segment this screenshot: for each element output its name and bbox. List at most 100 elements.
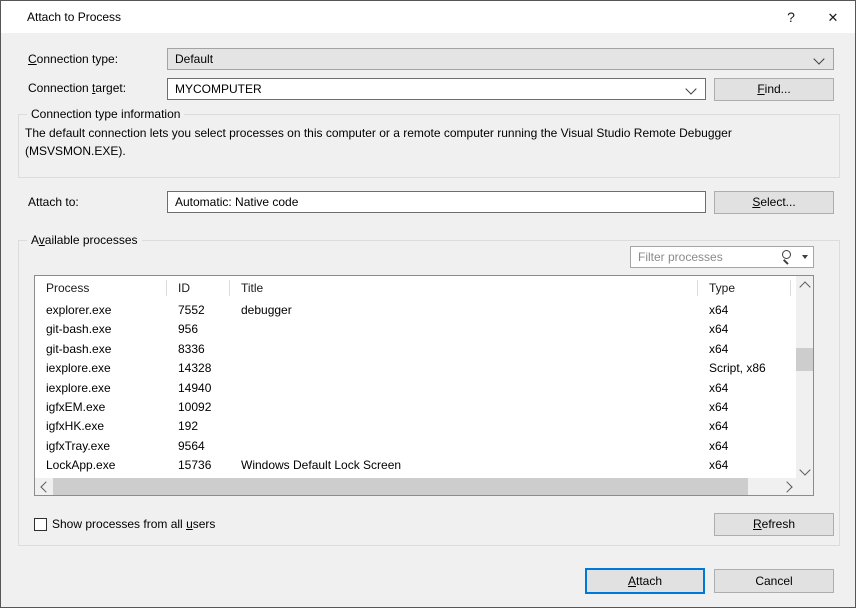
column-header-process[interactable]: Process xyxy=(35,276,167,300)
cell-process: igfxTray.exe xyxy=(35,436,167,455)
column-header-title[interactable]: Title xyxy=(230,276,698,300)
chevron-down-icon xyxy=(813,53,824,64)
cell-type: x64 xyxy=(698,300,791,319)
chevron-left-icon xyxy=(40,481,51,492)
cell-title: debugger xyxy=(230,300,698,319)
show-all-users-label: Show processes from all users xyxy=(52,517,215,531)
cell-process: iexplore.exe xyxy=(35,358,167,377)
cell-process: LockApp.exe xyxy=(35,455,167,474)
filter-box xyxy=(630,246,814,268)
connection-type-label: Connection type: xyxy=(28,52,118,66)
cell-type: x64 xyxy=(698,378,791,397)
attach-to-process-dialog: Attach to Process ? ✕ Connection type: D… xyxy=(0,0,856,608)
connection-target-combobox[interactable]: MYCOMPUTER xyxy=(167,78,706,100)
process-table-body: explorer.exe7552debuggerx64git-bash.exe9… xyxy=(35,300,796,478)
chevron-up-icon xyxy=(799,281,810,292)
cell-title: Windows Default Lock Screen xyxy=(230,455,698,474)
table-row[interactable]: igfxEM.exe10092 x64 xyxy=(35,397,796,416)
search-icon xyxy=(782,250,791,259)
cell-title xyxy=(230,416,698,435)
scroll-right-button[interactable] xyxy=(779,478,796,495)
chevron-down-icon xyxy=(799,464,810,475)
help-button[interactable]: ? xyxy=(773,1,809,32)
cell-type: x64 xyxy=(698,397,791,416)
horizontal-scrollbar[interactable] xyxy=(35,478,796,495)
close-icon: ✕ xyxy=(828,10,839,25)
cell-title xyxy=(230,339,698,358)
cell-process: git-bash.exe xyxy=(35,319,167,338)
connection-info-groupbox: Connection type information The default … xyxy=(18,114,840,178)
connection-type-value: Default xyxy=(175,52,213,66)
help-icon: ? xyxy=(787,9,795,25)
cell-id: 956 xyxy=(167,319,230,338)
cancel-button[interactable]: Cancel xyxy=(714,569,834,593)
scroll-left-button[interactable] xyxy=(35,478,52,495)
cell-id: 7552 xyxy=(167,300,230,319)
process-table-viewport: ProcessIDTitleType explorer.exe7552debug… xyxy=(35,276,796,478)
scrollbar-corner xyxy=(796,478,813,495)
table-row[interactable]: iexplore.exe14328 Script, x86 xyxy=(35,358,796,377)
attach-button[interactable]: Attach xyxy=(585,568,705,594)
cell-title xyxy=(230,436,698,455)
table-row[interactable]: iexplore.exe14940 x64 xyxy=(35,378,796,397)
cell-process: igfxEM.exe xyxy=(35,397,167,416)
table-row[interactable]: igfxHK.exe192 x64 xyxy=(35,416,796,435)
connection-target-label: Connection target: xyxy=(28,81,126,95)
chevron-down-icon xyxy=(685,83,696,94)
column-header-type[interactable]: Type xyxy=(698,276,791,300)
show-all-users-toggle[interactable]: Show processes from all users xyxy=(34,516,215,532)
cell-title xyxy=(230,358,698,377)
cell-process: igfxHK.exe xyxy=(35,416,167,435)
filter-input[interactable] xyxy=(632,248,792,266)
cell-type: x64 xyxy=(698,319,791,338)
table-row[interactable]: explorer.exe7552debuggerx64 xyxy=(35,300,796,319)
cell-id: 192 xyxy=(167,416,230,435)
cell-id: 8336 xyxy=(167,339,230,358)
refresh-button[interactable]: Refresh xyxy=(714,513,834,536)
cell-id: 14328 xyxy=(167,358,230,377)
chevron-right-icon xyxy=(781,481,792,492)
column-header-id[interactable]: ID xyxy=(167,276,230,300)
cell-type: x64 xyxy=(698,416,791,435)
scroll-down-button[interactable] xyxy=(796,461,813,478)
select-button[interactable]: Select... xyxy=(714,191,834,214)
connection-info-text: The default connection lets you select p… xyxy=(25,124,732,160)
table-row[interactable]: git-bash.exe956 x64 xyxy=(35,319,796,338)
table-row[interactable]: git-bash.exe8336x64 xyxy=(35,339,796,358)
table-row[interactable]: igfxTray.exe9564 x64 xyxy=(35,436,796,455)
cell-process: explorer.exe xyxy=(35,300,167,319)
cell-title xyxy=(230,397,698,416)
table-row[interactable]: LockApp.exe15736Windows Default Lock Scr… xyxy=(35,455,796,474)
filter-dropdown-icon xyxy=(802,255,808,259)
cell-process: iexplore.exe xyxy=(35,378,167,397)
attach-to-value: Automatic: Native code xyxy=(175,195,298,209)
connection-info-title: Connection type information xyxy=(27,107,184,121)
connection-type-dropdown[interactable]: Default xyxy=(167,48,834,70)
close-button[interactable]: ✕ xyxy=(815,1,851,32)
process-table-header: ProcessIDTitleType xyxy=(35,276,796,300)
cell-type: x64 xyxy=(698,339,791,358)
horizontal-scrollbar-thumb[interactable] xyxy=(53,478,748,495)
cell-id: 9564 xyxy=(167,436,230,455)
available-processes-groupbox: Available processes ProcessIDTitleType e… xyxy=(18,240,840,546)
find-button[interactable]: Find... xyxy=(714,78,834,101)
scroll-up-button[interactable] xyxy=(796,276,813,293)
attach-to-label: Attach to: xyxy=(28,195,79,209)
cell-id: 10092 xyxy=(167,397,230,416)
vertical-scrollbar[interactable] xyxy=(796,276,813,478)
connection-target-value: MYCOMPUTER xyxy=(175,82,262,96)
vertical-scrollbar-thumb[interactable] xyxy=(796,348,813,371)
cell-title xyxy=(230,319,698,338)
cell-type: Script, x86 xyxy=(698,358,791,377)
available-processes-title: Available processes xyxy=(27,233,142,247)
titlebar: Attach to Process ? ✕ xyxy=(1,1,855,33)
cell-id: 14940 xyxy=(167,378,230,397)
filter-search-button[interactable] xyxy=(780,249,810,265)
window-title: Attach to Process xyxy=(27,10,121,24)
process-table: ProcessIDTitleType explorer.exe7552debug… xyxy=(34,275,814,496)
attach-to-field[interactable]: Automatic: Native code xyxy=(167,191,706,213)
cell-id: 15736 xyxy=(167,455,230,474)
cell-type: x64 xyxy=(698,455,791,474)
cell-type: x64 xyxy=(698,436,791,455)
show-all-users-checkbox[interactable] xyxy=(34,518,47,531)
